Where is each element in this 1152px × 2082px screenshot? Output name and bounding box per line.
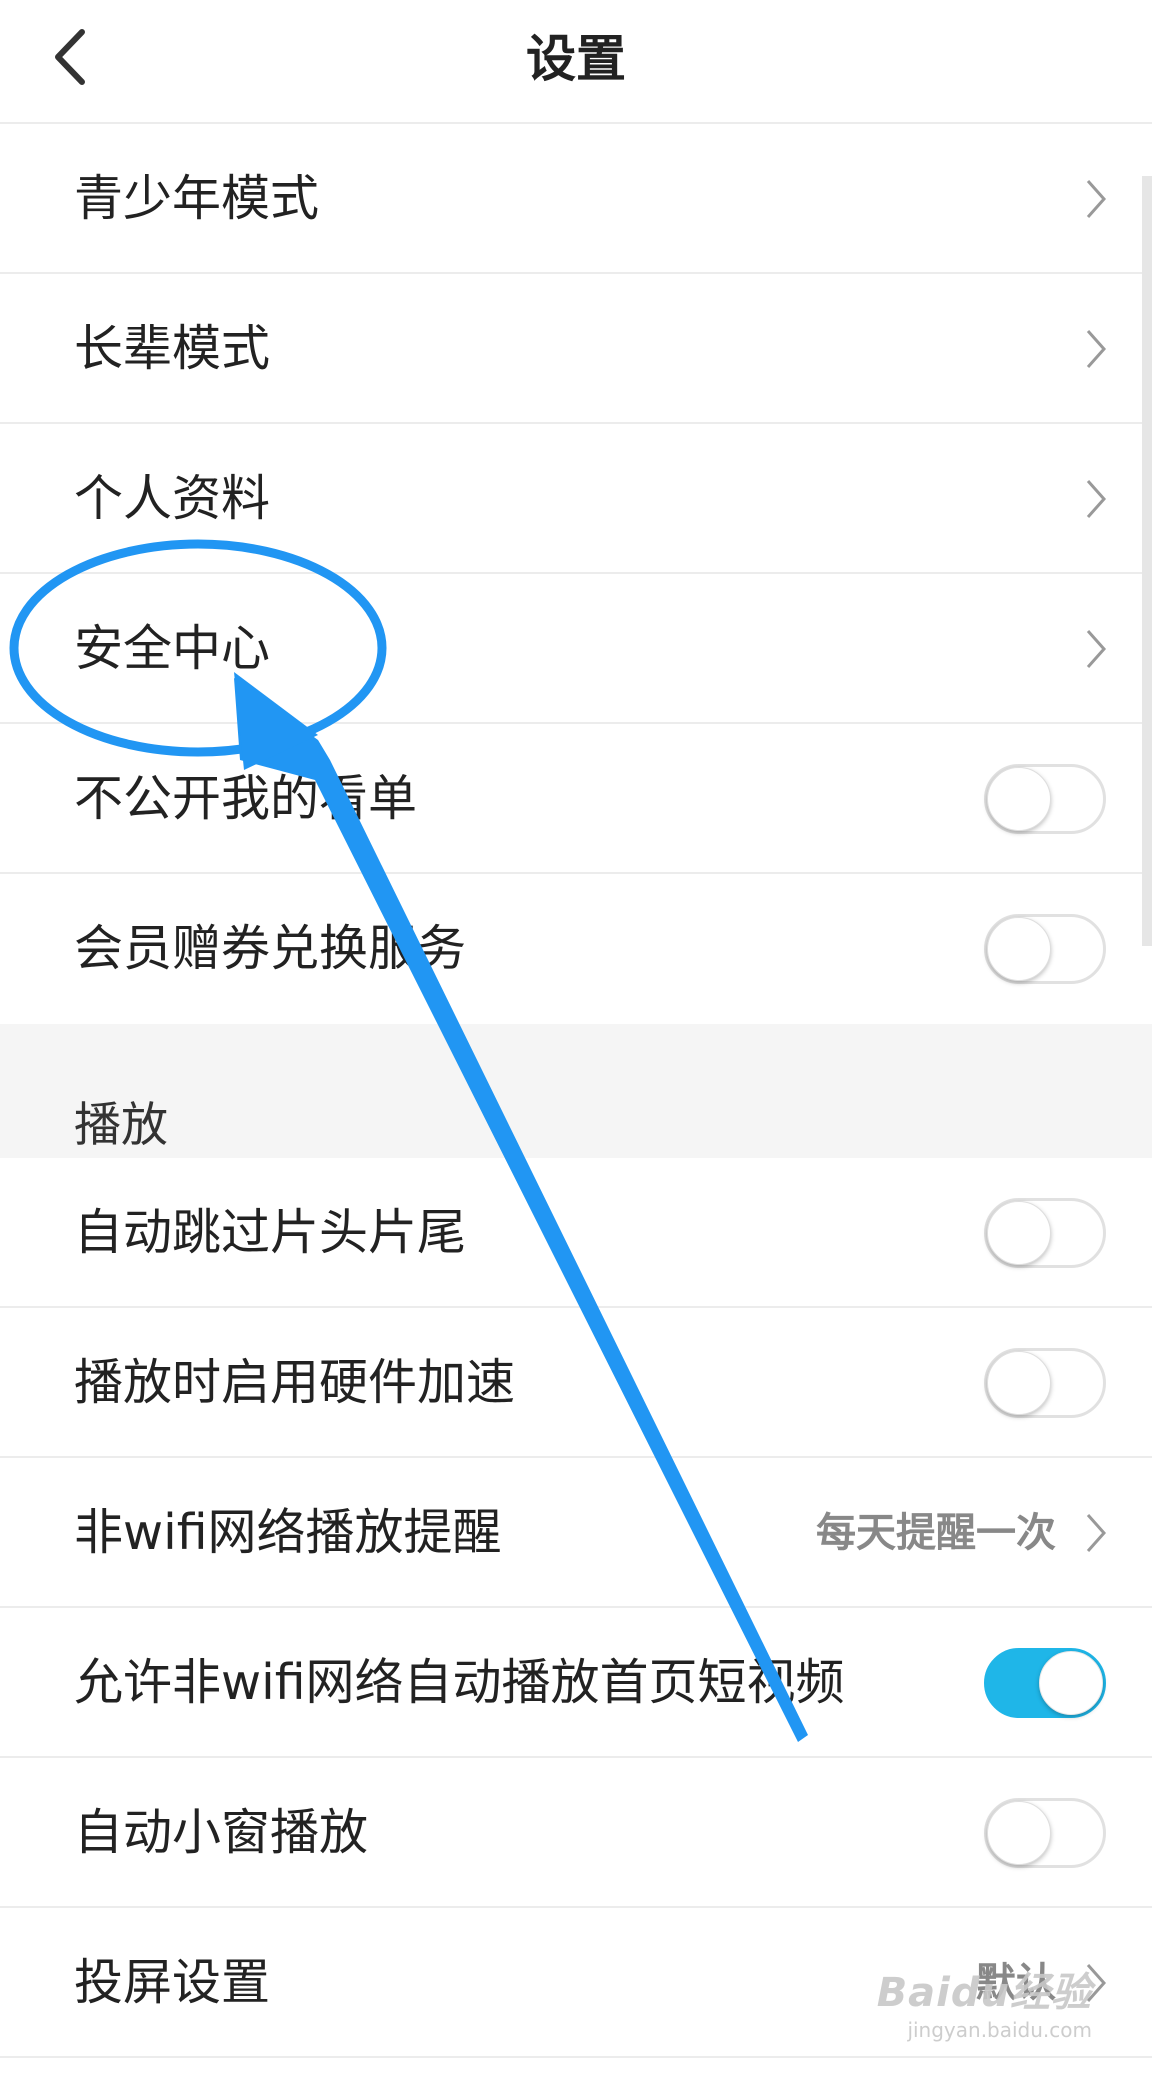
section-header-playback: 播放 <box>0 1024 1152 1158</box>
chevron-right-icon <box>1086 1964 1107 2002</box>
hardware-acceleration-toggle[interactable] <box>984 1348 1106 1418</box>
row-security-center[interactable]: 安全中心 <box>0 574 1152 724</box>
row-label: 安全中心 <box>74 620 271 677</box>
chevron-right-icon <box>1086 630 1107 668</box>
auto-mini-window-toggle[interactable] <box>984 1798 1106 1868</box>
row-label: 允许非wifi网络自动播放首页短视频 <box>74 1654 845 1711</box>
row-non-wifi-autoplay: 允许非wifi网络自动播放首页短视频 <box>0 1608 1152 1758</box>
row-skip-intro-outro: 自动跳过片头片尾 <box>0 1158 1152 1308</box>
row-label: 自动小窗播放 <box>74 1804 369 1861</box>
skip-intro-toggle[interactable] <box>984 1198 1106 1268</box>
row-label: 个人资料 <box>74 470 271 527</box>
row-label: 长辈模式 <box>74 320 271 377</box>
chevron-right-icon <box>1086 1514 1107 1552</box>
chevron-right-icon <box>1086 480 1107 518</box>
section-label: 播放 <box>74 1098 168 1153</box>
row-value: 默认 <box>976 1960 1056 2006</box>
row-label: 会员赠券兑换服务 <box>74 920 467 977</box>
row-value: 每天提醒一次 <box>816 1510 1056 1556</box>
row-label: 青少年模式 <box>74 170 320 227</box>
row-cast-settings[interactable]: 投屏设置 默认 <box>0 1908 1152 2058</box>
row-coupon-exchange: 会员赠券兑换服务 <box>0 874 1152 1024</box>
row-label: 非wifi网络播放提醒 <box>74 1504 502 1561</box>
app-header: 设置 <box>0 0 1152 124</box>
row-profile[interactable]: 个人资料 <box>0 424 1152 574</box>
row-hardware-acceleration: 播放时启用硬件加速 <box>0 1308 1152 1458</box>
toggle-knob <box>987 767 1051 831</box>
non-wifi-autoplay-toggle[interactable] <box>984 1648 1106 1718</box>
row-label: 播放时启用硬件加速 <box>74 1354 516 1411</box>
toggle-knob <box>987 917 1051 981</box>
hide-watchlist-toggle[interactable] <box>984 764 1106 834</box>
toggle-knob <box>1039 1651 1103 1715</box>
settings-list: 青少年模式 长辈模式 个人资料 安全中心 不公开我的看单 会员赠券兑换服务 播放… <box>0 124 1152 2058</box>
row-hide-watchlist: 不公开我的看单 <box>0 724 1152 874</box>
row-label: 自动跳过片头片尾 <box>74 1204 467 1261</box>
page-title: 设置 <box>526 30 626 88</box>
row-elder-mode[interactable]: 长辈模式 <box>0 274 1152 424</box>
coupon-exchange-toggle[interactable] <box>984 914 1106 984</box>
toggle-knob <box>987 1201 1051 1265</box>
row-label: 不公开我的看单 <box>74 770 418 827</box>
chevron-right-icon <box>1086 180 1107 218</box>
chevron-right-icon <box>1086 330 1107 368</box>
row-label: 投屏设置 <box>74 1954 271 2011</box>
row-auto-mini-window: 自动小窗播放 <box>0 1758 1152 1908</box>
row-teen-mode[interactable]: 青少年模式 <box>0 124 1152 274</box>
toggle-knob <box>987 1801 1051 1865</box>
row-non-wifi-reminder[interactable]: 非wifi网络播放提醒 每天提醒一次 <box>0 1458 1152 1608</box>
scrollbar[interactable] <box>1142 176 1152 946</box>
toggle-knob <box>987 1351 1051 1415</box>
